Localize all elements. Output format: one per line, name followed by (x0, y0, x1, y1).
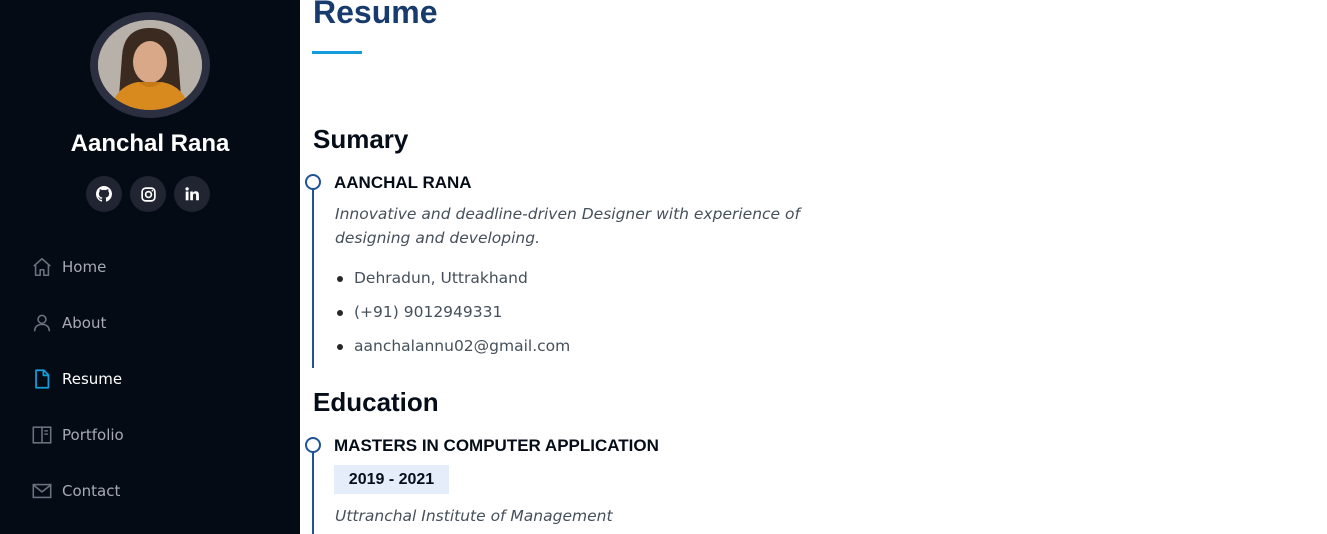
github-link[interactable] (86, 176, 122, 212)
summary-name: AANCHAL RANA (334, 173, 472, 192)
envelope-icon (31, 480, 53, 502)
file-icon (31, 368, 53, 390)
summary-description: Innovative and deadline-driven Designer … (335, 205, 800, 247)
summary-timeline-line (312, 182, 314, 368)
linkedin-icon (185, 187, 199, 201)
nav-item-portfolio[interactable]: Portfolio (31, 421, 271, 449)
nav-item-contact[interactable]: Contact (31, 477, 271, 505)
nav-label-contact: Contact (62, 482, 121, 500)
nav-item-home[interactable]: Home (31, 253, 271, 281)
detail-phone: (+91) 9012949331 (335, 298, 570, 332)
nav-label-about: About (62, 314, 107, 332)
title-underline (312, 51, 362, 54)
github-icon (96, 186, 112, 202)
education-years-badge: 2019 - 2021 (334, 465, 449, 494)
nav-label-home: Home (62, 258, 107, 276)
detail-location: Dehradun, Uttrakhand (335, 264, 570, 298)
education-degree: MASTERS IN COMPUTER APPLICATION (334, 436, 659, 455)
instagram-icon (140, 186, 156, 202)
instagram-link[interactable] (130, 176, 166, 212)
social-links (86, 176, 214, 212)
home-icon (31, 256, 53, 278)
detail-email: aanchalannu02@gmail.com (335, 332, 570, 366)
avatar (98, 20, 202, 110)
user-icon (31, 312, 53, 334)
summary-details: Dehradun, Uttrakhand (+91) 9012949331 aa… (335, 264, 570, 366)
education-institution: Uttranchal Institute of Management (335, 507, 613, 525)
education-timeline-line (312, 445, 314, 534)
nav-item-about[interactable]: About (31, 309, 271, 337)
summary-timeline-dot (305, 174, 321, 190)
nav-item-resume[interactable]: Resume (31, 365, 271, 393)
education-heading: Education (313, 387, 439, 417)
nav-label-portfolio: Portfolio (62, 426, 124, 444)
sidebar: Aanchal Rana Home About Resume Portfolio… (0, 0, 300, 534)
avatar-frame (90, 12, 210, 118)
page-title: Resume (313, 0, 438, 30)
nav-label-resume: Resume (62, 370, 123, 388)
profile-name: Aanchal Rana (70, 130, 230, 157)
resume-section: Resume Sumary AANCHAL RANA Innovative an… (300, 0, 1327, 534)
summary-heading: Sumary (313, 124, 409, 154)
education-timeline-dot (305, 437, 321, 453)
portfolio-icon (31, 424, 53, 446)
linkedin-link[interactable] (174, 176, 210, 212)
